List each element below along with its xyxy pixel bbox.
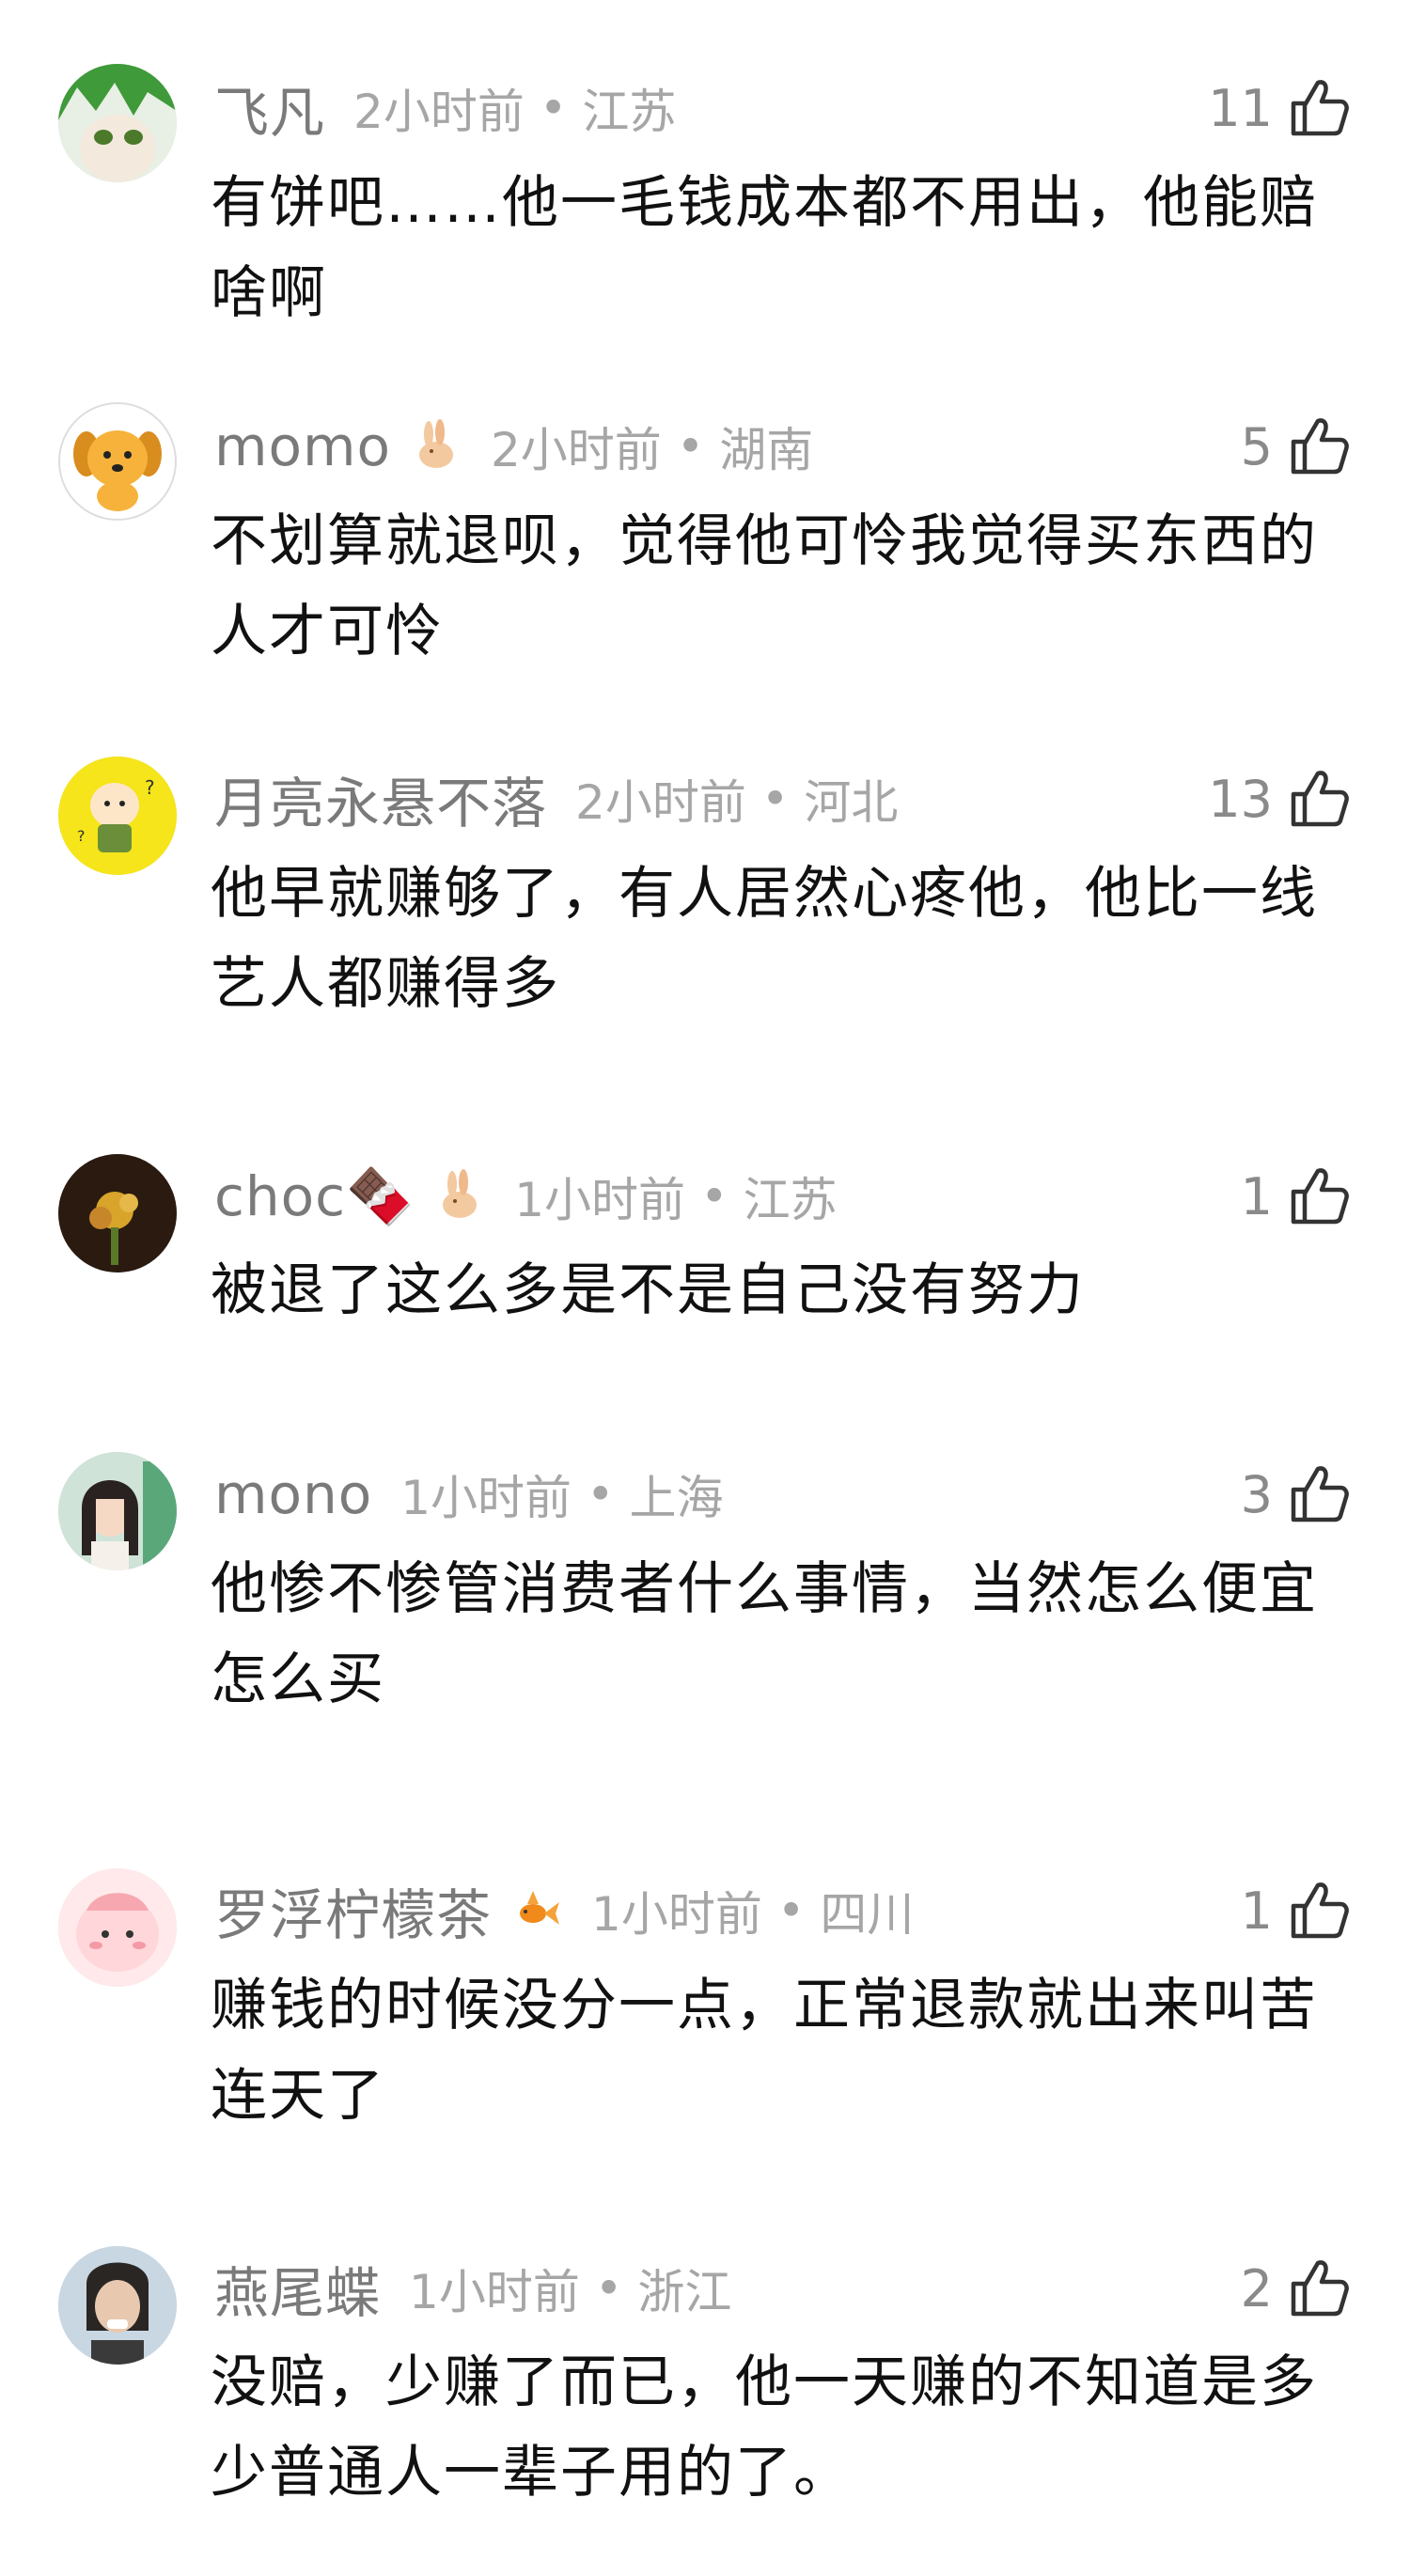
comment-time: 1小时前 [409, 2265, 580, 2319]
comment-time: 1小时前 [514, 1173, 686, 1227]
avatar[interactable] [58, 64, 177, 182]
comment-region: 湖南 [719, 423, 814, 477]
like-count: 5 [1240, 416, 1273, 476]
like-count: 13 [1208, 769, 1273, 829]
thumbs-up-icon[interactable] [1286, 75, 1352, 141]
username[interactable]: 月亮永悬不落 [214, 759, 547, 838]
like-button[interactable]: 13 [1208, 761, 1352, 836]
comment-region: 上海 [629, 1471, 724, 1525]
comment-time: 2小时前 [575, 775, 746, 830]
svg-text:?: ? [145, 776, 155, 799]
comment-meta: mono 1小时前 • 上海 [214, 1457, 724, 1532]
separator: • [776, 1883, 806, 1938]
like-button[interactable]: 1 [1241, 1159, 1352, 1234]
comment-text: 不划算就退呗，觉得他可怜我觉得买东西的人才可怜 [211, 508, 1318, 664]
thumbs-up-icon[interactable] [1286, 1878, 1352, 1944]
comment-meta: 燕尾蝶 1小时前 • 浙江 [214, 2251, 731, 2326]
username[interactable]: momo [214, 414, 391, 478]
thumbs-up-icon[interactable] [1286, 414, 1352, 479]
avatar[interactable] [58, 402, 177, 521]
comment-text: 有饼吧……他一毛钱成本都不用出，他能赔啥啊 [211, 170, 1318, 326]
comment-text: 他早就赚够了，有人居然心疼他，他比一线艺人都赚得多 [211, 861, 1318, 1017]
comment-region: 浙江 [637, 2265, 732, 2319]
comment-text: 赚钱的时候没分一点，正常退款就出来叫苦连天了 [211, 1973, 1318, 2129]
avatar[interactable] [58, 2246, 177, 2365]
like-button[interactable]: 3 [1241, 1457, 1352, 1532]
comment-meta: 罗浮柠檬茶 1小时前 • 四川 [214, 1873, 914, 1948]
thumbs-up-icon[interactable] [1286, 766, 1352, 832]
svg-text:?: ? [77, 827, 86, 845]
comment-time: 1小时前 [400, 1471, 572, 1525]
username[interactable]: 罗浮柠檬茶 [214, 1871, 492, 1950]
like-count: 2 [1240, 2258, 1273, 2318]
comment-text: 被退了这么多是不是自己没有努力 [211, 1257, 1085, 1323]
like-count: 1 [1240, 1881, 1273, 1941]
comment-region: 江苏 [743, 1173, 838, 1227]
separator: • [676, 419, 705, 474]
like-button[interactable]: 5 [1241, 409, 1352, 484]
separator: • [539, 81, 568, 135]
separator: • [587, 1467, 615, 1522]
avatar[interactable] [58, 1154, 177, 1272]
avatar[interactable] [58, 1452, 177, 1570]
like-count: 1 [1240, 1166, 1273, 1226]
comment-region: 四川 [820, 1887, 915, 1942]
username[interactable]: 飞凡 [214, 69, 325, 148]
separator: • [594, 2261, 623, 2316]
comment-time: 1小时前 [591, 1887, 762, 1942]
thumbs-up-icon[interactable] [1286, 2256, 1352, 2321]
comment-meta: 飞凡 2小时前 • 江苏 [214, 70, 676, 146]
like-count: 3 [1240, 1464, 1273, 1524]
comment-meta: 月亮永悬不落 2小时前 • 河北 [214, 761, 898, 836]
avatar[interactable]: ? ? [58, 757, 177, 875]
comment-time: 2小时前 [490, 423, 662, 477]
goldfish-badge-icon [509, 1883, 563, 1938]
username[interactable]: choc🍫 [214, 1164, 415, 1229]
comment-time: 2小时前 [353, 85, 525, 139]
separator: • [700, 1169, 728, 1224]
comment-meta: choc🍫 1小时前 • 江苏 [214, 1159, 838, 1234]
comment-region: 江苏 [582, 85, 677, 139]
like-count: 11 [1208, 78, 1273, 138]
username[interactable]: 燕尾蝶 [214, 2249, 381, 2328]
avatar[interactable] [58, 1868, 177, 1987]
comment-text: 他惨不惨管消费者什么事情，当然怎么便宜怎么买 [211, 1556, 1318, 1712]
like-button[interactable]: 1 [1241, 1873, 1352, 1948]
thumbs-up-icon[interactable] [1286, 1163, 1352, 1229]
separator: • [760, 772, 790, 826]
like-button[interactable]: 11 [1208, 70, 1352, 146]
rabbit-badge-icon [431, 1169, 486, 1224]
comment-region: 河北 [804, 775, 899, 830]
username[interactable]: mono [214, 1462, 372, 1526]
rabbit-badge-icon [408, 419, 462, 474]
like-button[interactable]: 2 [1241, 2251, 1352, 2326]
thumbs-up-icon[interactable] [1286, 1461, 1352, 1527]
comment-meta: momo 2小时前 • 湖南 [214, 409, 813, 484]
comment-text: 没赔，少赚了而已，他一天赚的不知道是多少普通人一辈子用的了。 [211, 2350, 1318, 2506]
